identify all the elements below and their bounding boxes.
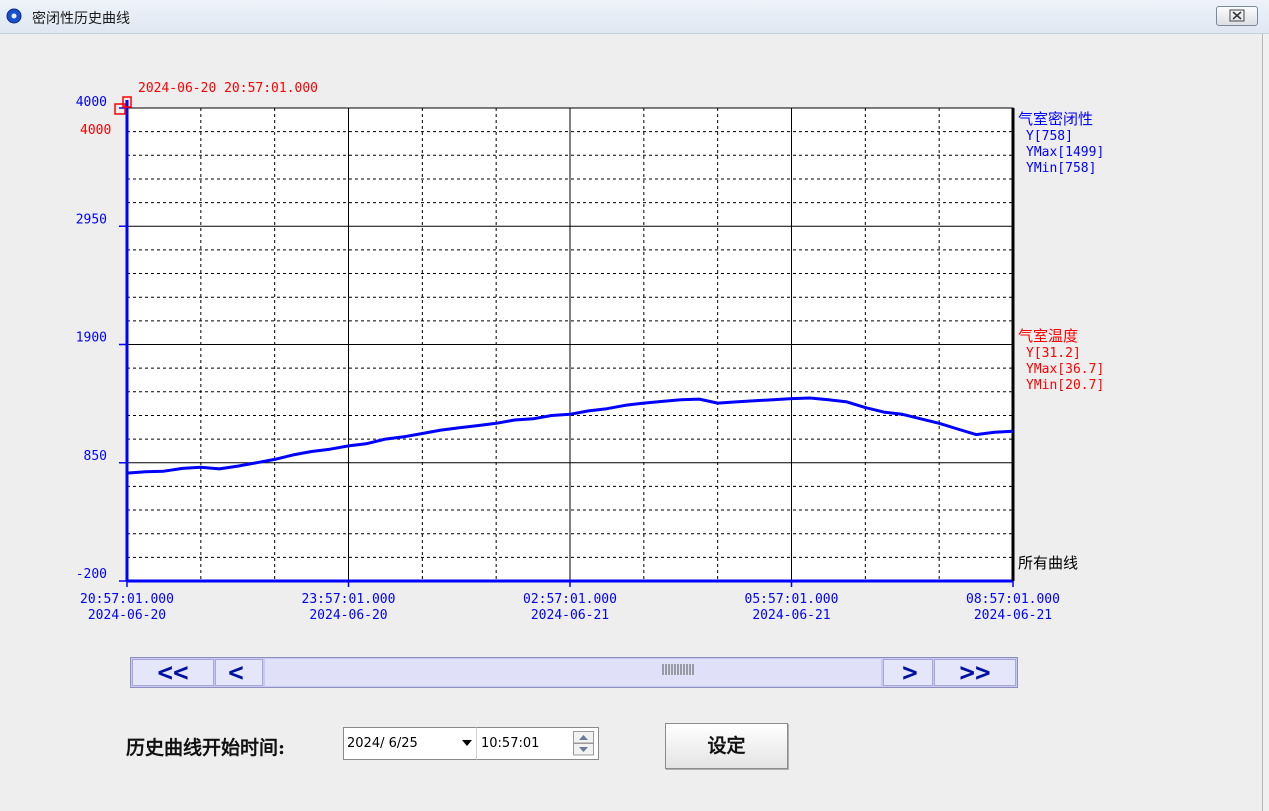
- dropdown-arrow-icon[interactable]: [460, 736, 474, 750]
- svg-text:>: >: [902, 660, 918, 685]
- set-button[interactable]: 设定: [665, 723, 788, 769]
- chevron-left-icon: <: [228, 658, 244, 688]
- spin-updown-icon[interactable]: [573, 731, 594, 756]
- cursor-time: 2024-06-20 20:57:01.000: [138, 81, 318, 96]
- legend-stat: YMax[36.7]: [1026, 362, 1104, 377]
- double-chevron-left-icon: <<: [157, 658, 188, 688]
- legend-stat: YMin[758]: [1026, 161, 1096, 176]
- chevron-right-icon: >: [902, 658, 918, 688]
- y-tick-label: 4000: [76, 95, 107, 110]
- scroll-fast-back-button[interactable]: <<: [132, 658, 214, 688]
- legend-stat: Y[758]: [1026, 129, 1073, 144]
- legend-stat: YMin[20.7]: [1026, 378, 1104, 393]
- start-time-label: 历史曲线开始时间:: [126, 737, 286, 759]
- svg-text:>>: >>: [959, 660, 990, 685]
- x-tick-date: 2024-06-20: [309, 608, 387, 623]
- y-tick-label: 850: [84, 449, 107, 464]
- svg-text:<<: <<: [157, 660, 188, 685]
- chart-grid: [126, 107, 1014, 582]
- y-axis-ticks: 4000 2950 1900 850 -200: [76, 95, 127, 582]
- x-tick-time: 02:57:01.000: [523, 592, 617, 607]
- x-axis-ticks: 20:57:01.0002024-06-2023:57:01.0002024-0…: [80, 581, 1060, 623]
- cursor-value: 4000: [80, 123, 111, 138]
- all-curves-label[interactable]: 所有曲线: [1018, 554, 1078, 572]
- legend-series-name[interactable]: 气室密闭性: [1018, 110, 1093, 128]
- scroll-fast-forward-button[interactable]: >>: [934, 658, 1016, 688]
- legend-series-name[interactable]: 气室温度: [1018, 327, 1078, 345]
- time-scrollbar[interactable]: << < > >>: [130, 657, 1018, 688]
- double-chevron-right-icon: >>: [959, 658, 990, 688]
- scroll-forward-button[interactable]: >: [883, 658, 933, 688]
- x-tick-time: 23:57:01.000: [302, 592, 396, 607]
- scroll-thumb-grip-icon[interactable]: [265, 659, 881, 686]
- time-picker[interactable]: 10:57:01: [476, 727, 599, 760]
- series-legends: 气室密闭性Y[758]YMax[1499]YMin[758] 气室温度Y[31.2…: [1018, 110, 1104, 393]
- scroll-track[interactable]: [265, 659, 881, 686]
- svg-text:<: <: [228, 660, 244, 685]
- x-tick-time: 08:57:01.000: [966, 592, 1060, 607]
- legend-stat: Y[31.2]: [1026, 346, 1081, 361]
- history-chart[interactable]: 400029501900850-200 20:57:01.0002024-06-…: [0, 0, 1269, 650]
- scroll-back-button[interactable]: <: [215, 658, 263, 688]
- legend-stat: YMax[1499]: [1026, 145, 1104, 160]
- x-tick-date: 2024-06-21: [531, 608, 609, 623]
- y-tick-label: -200: [76, 567, 107, 582]
- x-tick-date: 2024-06-21: [752, 608, 830, 623]
- x-tick-date: 2024-06-21: [974, 608, 1052, 623]
- x-tick-time: 20:57:01.000: [80, 592, 174, 607]
- y-tick-label: 2950: [76, 212, 107, 227]
- x-tick-time: 05:57:01.000: [745, 592, 839, 607]
- date-value[interactable]: 2024/ 6/25: [347, 736, 418, 751]
- x-tick-date: 2024-06-20: [88, 608, 166, 623]
- date-picker[interactable]: 2024/ 6/25: [343, 727, 477, 760]
- time-value[interactable]: 10:57:01: [481, 736, 539, 751]
- y-tick-label: 1900: [76, 331, 107, 346]
